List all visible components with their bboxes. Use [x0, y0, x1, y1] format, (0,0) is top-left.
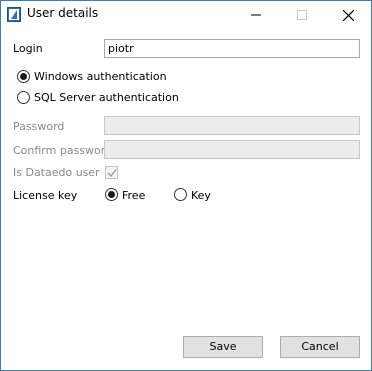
user-details-dialog: User details Login piotr Windows authent… [0, 0, 372, 371]
login-input[interactable]: piotr [104, 39, 360, 58]
windows-authentication-radio[interactable] [17, 70, 30, 83]
confirm-password-label: Confirm password [13, 144, 113, 157]
license-free-label[interactable]: Free [122, 189, 145, 202]
minimize-icon [251, 14, 261, 16]
password-label: Password [13, 120, 65, 133]
license-key-radio[interactable] [174, 188, 187, 201]
is-dataedo-user-label: Is Dataedo user [13, 166, 100, 179]
close-button[interactable] [325, 1, 371, 29]
maximize-icon [297, 10, 307, 20]
sql-server-authentication-radio[interactable] [17, 91, 30, 104]
license-key-option-label[interactable]: Key [191, 189, 211, 202]
is-dataedo-user-checkbox[interactable] [105, 166, 118, 179]
windows-authentication-label[interactable]: Windows authentication [34, 70, 167, 83]
confirm-password-input[interactable] [104, 140, 360, 159]
license-key-label: License key [13, 189, 78, 202]
maximize-button[interactable] [279, 1, 325, 29]
sql-server-authentication-label[interactable]: SQL Server authentication [34, 91, 179, 104]
close-icon [343, 10, 354, 21]
minimize-button[interactable] [233, 1, 279, 29]
checkmark-icon [107, 169, 117, 178]
cancel-button[interactable]: Cancel [280, 336, 360, 358]
license-free-radio[interactable] [105, 188, 118, 201]
password-input[interactable] [104, 116, 360, 135]
title-bar[interactable]: User details [1, 1, 371, 29]
window-title: User details [27, 6, 99, 20]
login-label: Login [13, 42, 43, 55]
save-button[interactable]: Save [183, 336, 263, 358]
dataedo-app-icon [7, 7, 21, 22]
